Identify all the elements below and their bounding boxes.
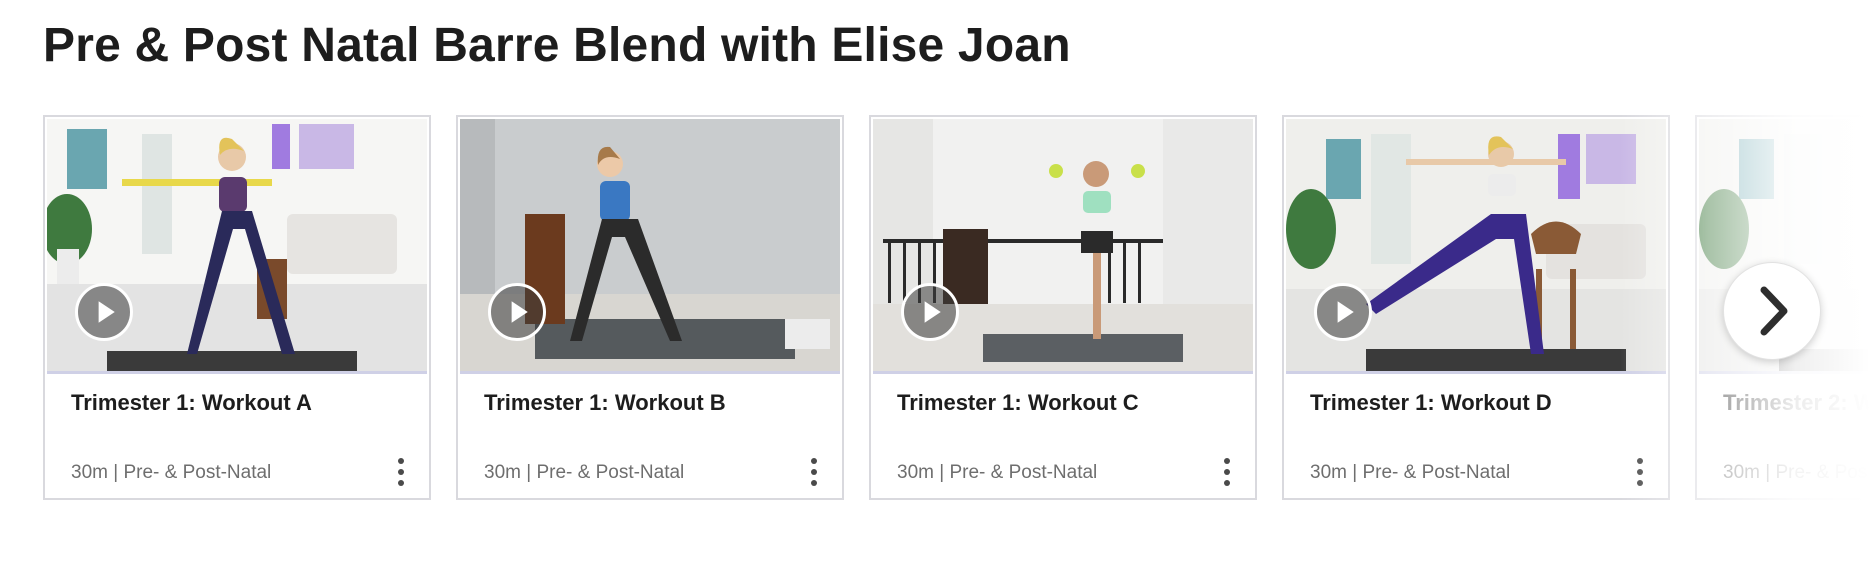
chevron-right-icon bbox=[1760, 286, 1788, 336]
video-thumbnail[interactable] bbox=[460, 119, 840, 374]
page: Pre & Post Natal Barre Blend with Elise … bbox=[0, 0, 1870, 566]
play-button[interactable] bbox=[488, 283, 546, 341]
play-icon bbox=[511, 301, 528, 323]
section-title: Pre & Post Natal Barre Blend with Elise … bbox=[43, 19, 1071, 72]
more-vertical-icon[interactable] bbox=[1634, 458, 1646, 488]
card-meta: 30m | Pre- & Post-Natal bbox=[71, 462, 272, 483]
workout-card[interactable]: Trimester 1: Workout A 30m | Pre- & Post… bbox=[43, 115, 431, 500]
play-icon bbox=[1337, 301, 1354, 323]
card-meta: 30m | Pre- & Post-Natal bbox=[897, 462, 1098, 483]
carousel-next-button[interactable] bbox=[1723, 262, 1821, 360]
workout-card[interactable]: Trimester 1: Workout C 30m | Pre- & Post… bbox=[869, 115, 1257, 500]
workout-carousel: Trimester 1: Workout A 30m | Pre- & Post… bbox=[0, 115, 1870, 505]
card-meta: 30m | Pre- & Post-Natal bbox=[1310, 462, 1511, 483]
video-thumbnail[interactable] bbox=[47, 119, 427, 374]
workout-card[interactable]: Trimester 1: Workout B 30m | Pre- & Post… bbox=[456, 115, 844, 500]
more-vertical-icon[interactable] bbox=[1221, 458, 1233, 488]
play-button[interactable] bbox=[901, 283, 959, 341]
card-title[interactable]: Trimester 1: Workout B bbox=[484, 390, 726, 416]
play-button[interactable] bbox=[1314, 283, 1372, 341]
play-button[interactable] bbox=[75, 283, 133, 341]
card-title[interactable]: Trimester 1: Workout D bbox=[1310, 390, 1552, 416]
more-vertical-icon[interactable] bbox=[395, 458, 407, 488]
card-meta: 30m | Pre- & Post-Natal bbox=[1723, 462, 1870, 483]
play-icon bbox=[98, 301, 115, 323]
card-title[interactable]: Trimester 2: Workout A bbox=[1723, 390, 1870, 416]
card-meta: 30m | Pre- & Post-Natal bbox=[484, 462, 685, 483]
video-thumbnail[interactable] bbox=[873, 119, 1253, 374]
card-title[interactable]: Trimester 1: Workout C bbox=[897, 390, 1139, 416]
video-thumbnail[interactable] bbox=[1286, 119, 1666, 374]
more-vertical-icon[interactable] bbox=[808, 458, 820, 488]
card-title[interactable]: Trimester 1: Workout A bbox=[71, 390, 312, 416]
workout-card[interactable]: Trimester 1: Workout D 30m | Pre- & Post… bbox=[1282, 115, 1670, 500]
play-icon bbox=[924, 301, 941, 323]
